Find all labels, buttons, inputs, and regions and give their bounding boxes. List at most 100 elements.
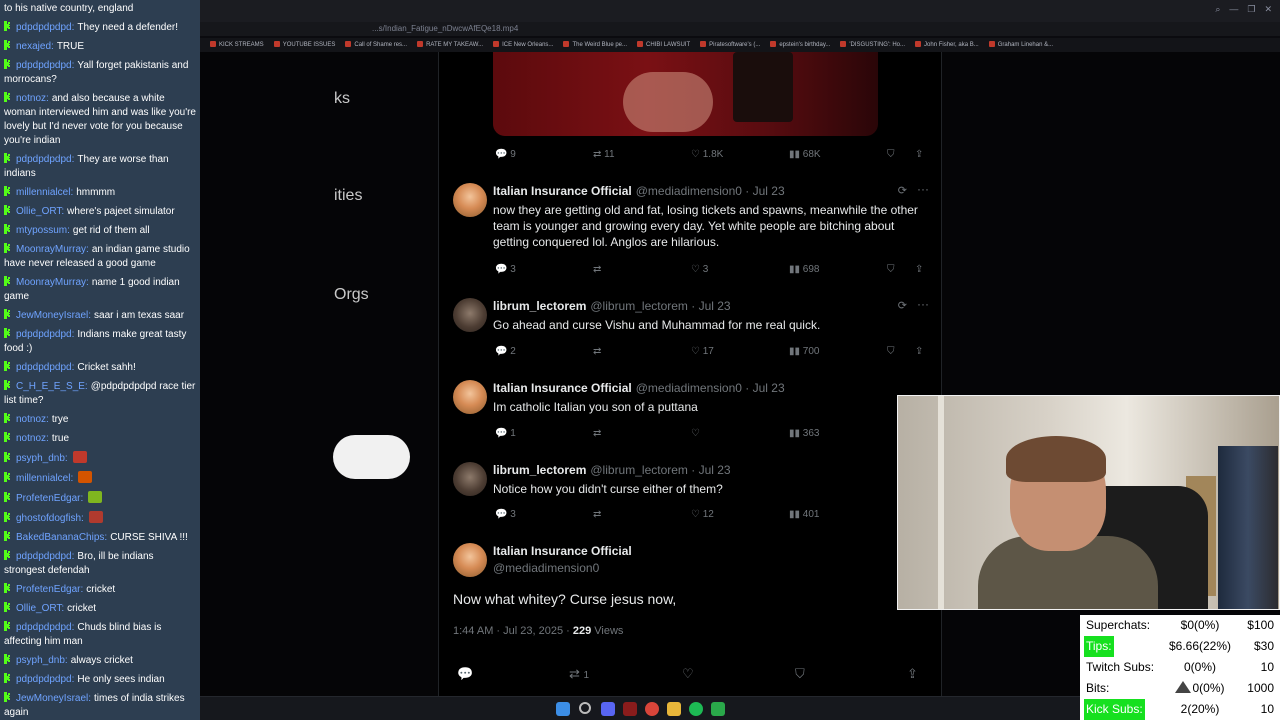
like-icon[interactable]: ♡: [691, 428, 700, 439]
chat-username[interactable]: millennialcel:: [16, 187, 73, 198]
tweet-media[interactable]: [493, 52, 878, 136]
bookmark-item[interactable]: epstein's birthday...: [770, 38, 830, 52]
bookmark-icon[interactable]: ⛉: [887, 149, 895, 160]
grok-icon[interactable]: ⟳: [898, 184, 907, 197]
app-icon[interactable]: [623, 702, 637, 716]
avatar[interactable]: [453, 183, 487, 217]
chat-username[interactable]: JewMoneyIsrael:: [16, 693, 91, 704]
views-icon[interactable]: ▮▮ 363: [789, 428, 819, 439]
bookmark-item[interactable]: YOUTUBE ISSUES: [273, 38, 335, 52]
author-handle[interactable]: @mediadimension0 · Jul 23: [636, 381, 785, 395]
avatar[interactable]: [453, 298, 487, 332]
more-icon[interactable]: ···: [917, 182, 929, 196]
bookmark-item[interactable]: John Fisher, aka B...: [915, 38, 979, 52]
chat-username[interactable]: C_H_E_E_S_E:: [16, 381, 88, 392]
avatar[interactable]: [453, 462, 487, 496]
reply-icon[interactable]: 💬: [457, 666, 473, 682]
share-icon[interactable]: ⇪: [915, 346, 923, 357]
reply-icon[interactable]: 💬 3: [495, 509, 516, 520]
retweet-icon[interactable]: ⇄: [593, 509, 601, 520]
author-handle[interactable]: @librum_lectorem · Jul 23: [590, 299, 730, 313]
chat-username[interactable]: pdpdpdpdpd:: [16, 22, 74, 33]
like-icon[interactable]: ♡ 1.8K: [691, 149, 723, 160]
views-icon[interactable]: ▮▮ 401: [789, 509, 819, 520]
retweet-icon[interactable]: ⇄ 11: [593, 149, 615, 160]
chat-username[interactable]: mtypossum:: [16, 225, 70, 236]
start-icon[interactable]: [556, 702, 570, 716]
sidebar-fragment[interactable]: ks: [334, 90, 350, 108]
chat-username[interactable]: BakedBananaChips:: [16, 532, 107, 543]
views-icon[interactable]: ▮▮ 700: [789, 346, 819, 357]
chat-username[interactable]: ProfetenEdgar:: [16, 493, 83, 504]
spotify-icon[interactable]: [689, 702, 703, 716]
discord-icon[interactable]: [601, 702, 615, 716]
bookmark-item[interactable]: The Weird Blue pe...: [563, 38, 627, 52]
chat-username[interactable]: nexajed:: [16, 41, 54, 52]
retweet-icon[interactable]: ⇄: [593, 264, 601, 275]
chat-username[interactable]: ghostofdogfish:: [16, 513, 84, 524]
chat-username[interactable]: Ollie_ORT:: [16, 206, 64, 217]
folder-icon[interactable]: [667, 702, 681, 716]
maximize-icon[interactable]: ❐: [1247, 4, 1255, 15]
share-icon[interactable]: ⇪: [915, 149, 923, 160]
chat-username[interactable]: notnoz:: [16, 433, 49, 444]
author-name[interactable]: librum_lectorem: [493, 463, 586, 477]
share-icon[interactable]: ⇪: [915, 264, 923, 275]
browser-icon[interactable]: [645, 702, 659, 716]
author-handle[interactable]: @mediadimension0 · Jul 23: [636, 184, 785, 198]
bookmark-item[interactable]: KICK STREAMS: [210, 38, 264, 52]
minimize-icon[interactable]: —: [1229, 4, 1238, 15]
avatar[interactable]: [453, 543, 487, 577]
timestamp[interactable]: 1:44 AM · Jul 23, 2025 ·: [453, 625, 573, 637]
reply-icon[interactable]: 💬 2: [495, 346, 516, 357]
bookmark-icon[interactable]: ⛉: [887, 264, 895, 275]
views-icon[interactable]: ▮▮ 698: [789, 264, 819, 275]
bookmark-item[interactable]: CHIBI LAWSUIT: [637, 38, 690, 52]
bookmark-item[interactable]: ICE New Orleans...: [493, 38, 553, 52]
reply-icon[interactable]: 💬 9: [495, 149, 516, 160]
retweet-icon[interactable]: ⇄ 1: [569, 666, 589, 682]
chat-username[interactable]: ProfetenEdgar:: [16, 584, 83, 595]
author-handle[interactable]: @librum_lectorem · Jul 23: [590, 463, 730, 477]
author-name[interactable]: Italian Insurance Official: [493, 544, 632, 558]
reply-icon[interactable]: 💬 3: [495, 264, 516, 275]
grok-icon[interactable]: ⟳: [898, 299, 907, 312]
chat-username[interactable]: notnoz:: [16, 414, 49, 425]
chat-username[interactable]: JewMoneyIsrael:: [16, 310, 91, 321]
bookmark-item[interactable]: Graham Linehan &...: [988, 38, 1053, 52]
bookmark-icon[interactable]: ⛉: [887, 346, 895, 357]
bookmark-item[interactable]: Piratesoftware's (...: [700, 38, 760, 52]
chat-username[interactable]: notnoz:: [16, 93, 49, 104]
author-name[interactable]: librum_lectorem: [493, 299, 586, 313]
bookmark-icon[interactable]: ⛉: [795, 666, 805, 682]
chat-username[interactable]: pdpdpdpdpd:: [16, 622, 74, 633]
chat-username[interactable]: Ollie_ORT:: [16, 603, 64, 614]
bookmark-item[interactable]: 'DISGUSTING': Ho...: [840, 38, 905, 52]
chat-username[interactable]: millennialcel:: [16, 473, 73, 484]
chat-username[interactable]: pdpdpdpdpd:: [16, 60, 74, 71]
reply-icon[interactable]: 💬 1: [495, 428, 516, 439]
chat-username[interactable]: pdpdpdpdpd:: [16, 674, 74, 685]
sidebar-fragment[interactable]: Orgs: [334, 286, 369, 304]
retweet-icon[interactable]: ⇄: [593, 346, 601, 357]
bookmark-item[interactable]: RATE MY TAKEAW...: [417, 38, 483, 52]
avatar[interactable]: [453, 380, 487, 414]
author-name[interactable]: Italian Insurance Official: [493, 381, 632, 395]
chat-username[interactable]: pdpdpdpdpd:: [16, 362, 74, 373]
author-name[interactable]: Italian Insurance Official: [493, 184, 632, 198]
close-icon[interactable]: ✕: [1264, 4, 1272, 15]
author-handle[interactable]: @mediadimension0: [493, 561, 599, 575]
chat-username[interactable]: psyph_dnb:: [16, 655, 68, 666]
address-bar[interactable]: ...s/Indian_Fatigue_nDwcwAfEQe18.mp4 ⬇ ▶…: [200, 22, 1280, 57]
more-icon[interactable]: ···: [917, 297, 929, 311]
views-icon[interactable]: ▮▮ 68K: [789, 149, 821, 160]
like-icon[interactable]: ♡: [682, 666, 694, 682]
bookmark-item[interactable]: Call of Shame res...: [345, 38, 407, 52]
xbox-icon[interactable]: [711, 702, 725, 716]
chat-username[interactable]: pdpdpdpdpd:: [16, 329, 74, 340]
search-icon[interactable]: [579, 702, 591, 714]
retweet-icon[interactable]: ⇄: [593, 428, 601, 439]
like-icon[interactable]: ♡ 3: [691, 264, 708, 275]
like-icon[interactable]: ♡ 12: [691, 509, 714, 520]
chat-username[interactable]: MoonrayMurray:: [16, 244, 89, 255]
